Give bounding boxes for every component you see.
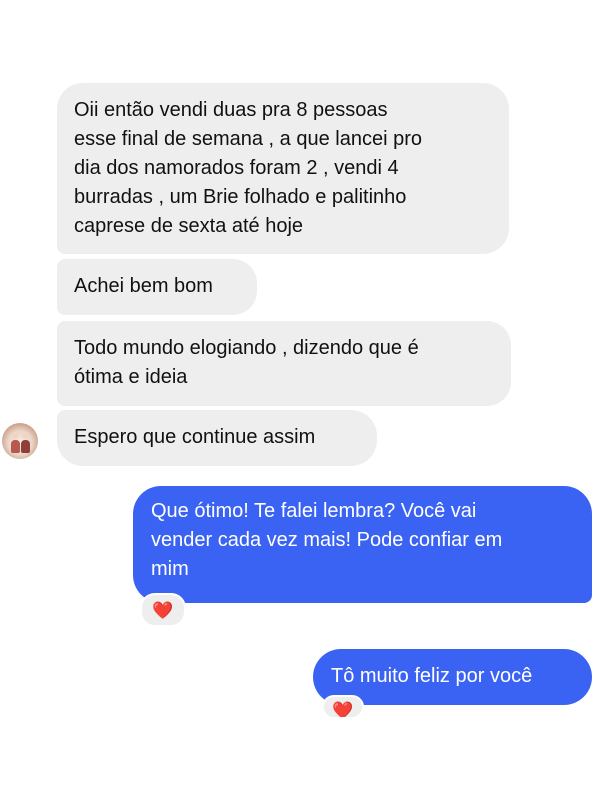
avatar-figure-body <box>11 440 20 453</box>
heart-reaction-icon[interactable]: ❤️ <box>322 695 364 719</box>
avatar-figure-head <box>12 432 19 439</box>
heart-reaction-icon[interactable]: ❤️ <box>140 593 186 627</box>
incoming-message-bubble[interactable]: Espero que continue assim <box>57 410 377 466</box>
avatar-figure-body <box>21 440 30 453</box>
chat-thread: Oii então vendi duas pra 8 pessoas esse … <box>0 0 600 800</box>
incoming-message-bubble[interactable]: Achei bem bom <box>57 259 257 315</box>
outgoing-message-bubble[interactable]: Que ótimo! Te falei lembra? Você vai ven… <box>133 486 592 603</box>
contact-avatar[interactable] <box>2 423 38 459</box>
incoming-message-bubble[interactable]: Todo mundo elogiando , dizendo que é óti… <box>57 321 511 406</box>
avatar-figure-head <box>22 432 29 439</box>
bottom-blank-area <box>0 716 600 800</box>
incoming-message-bubble[interactable]: Oii então vendi duas pra 8 pessoas esse … <box>57 83 509 254</box>
